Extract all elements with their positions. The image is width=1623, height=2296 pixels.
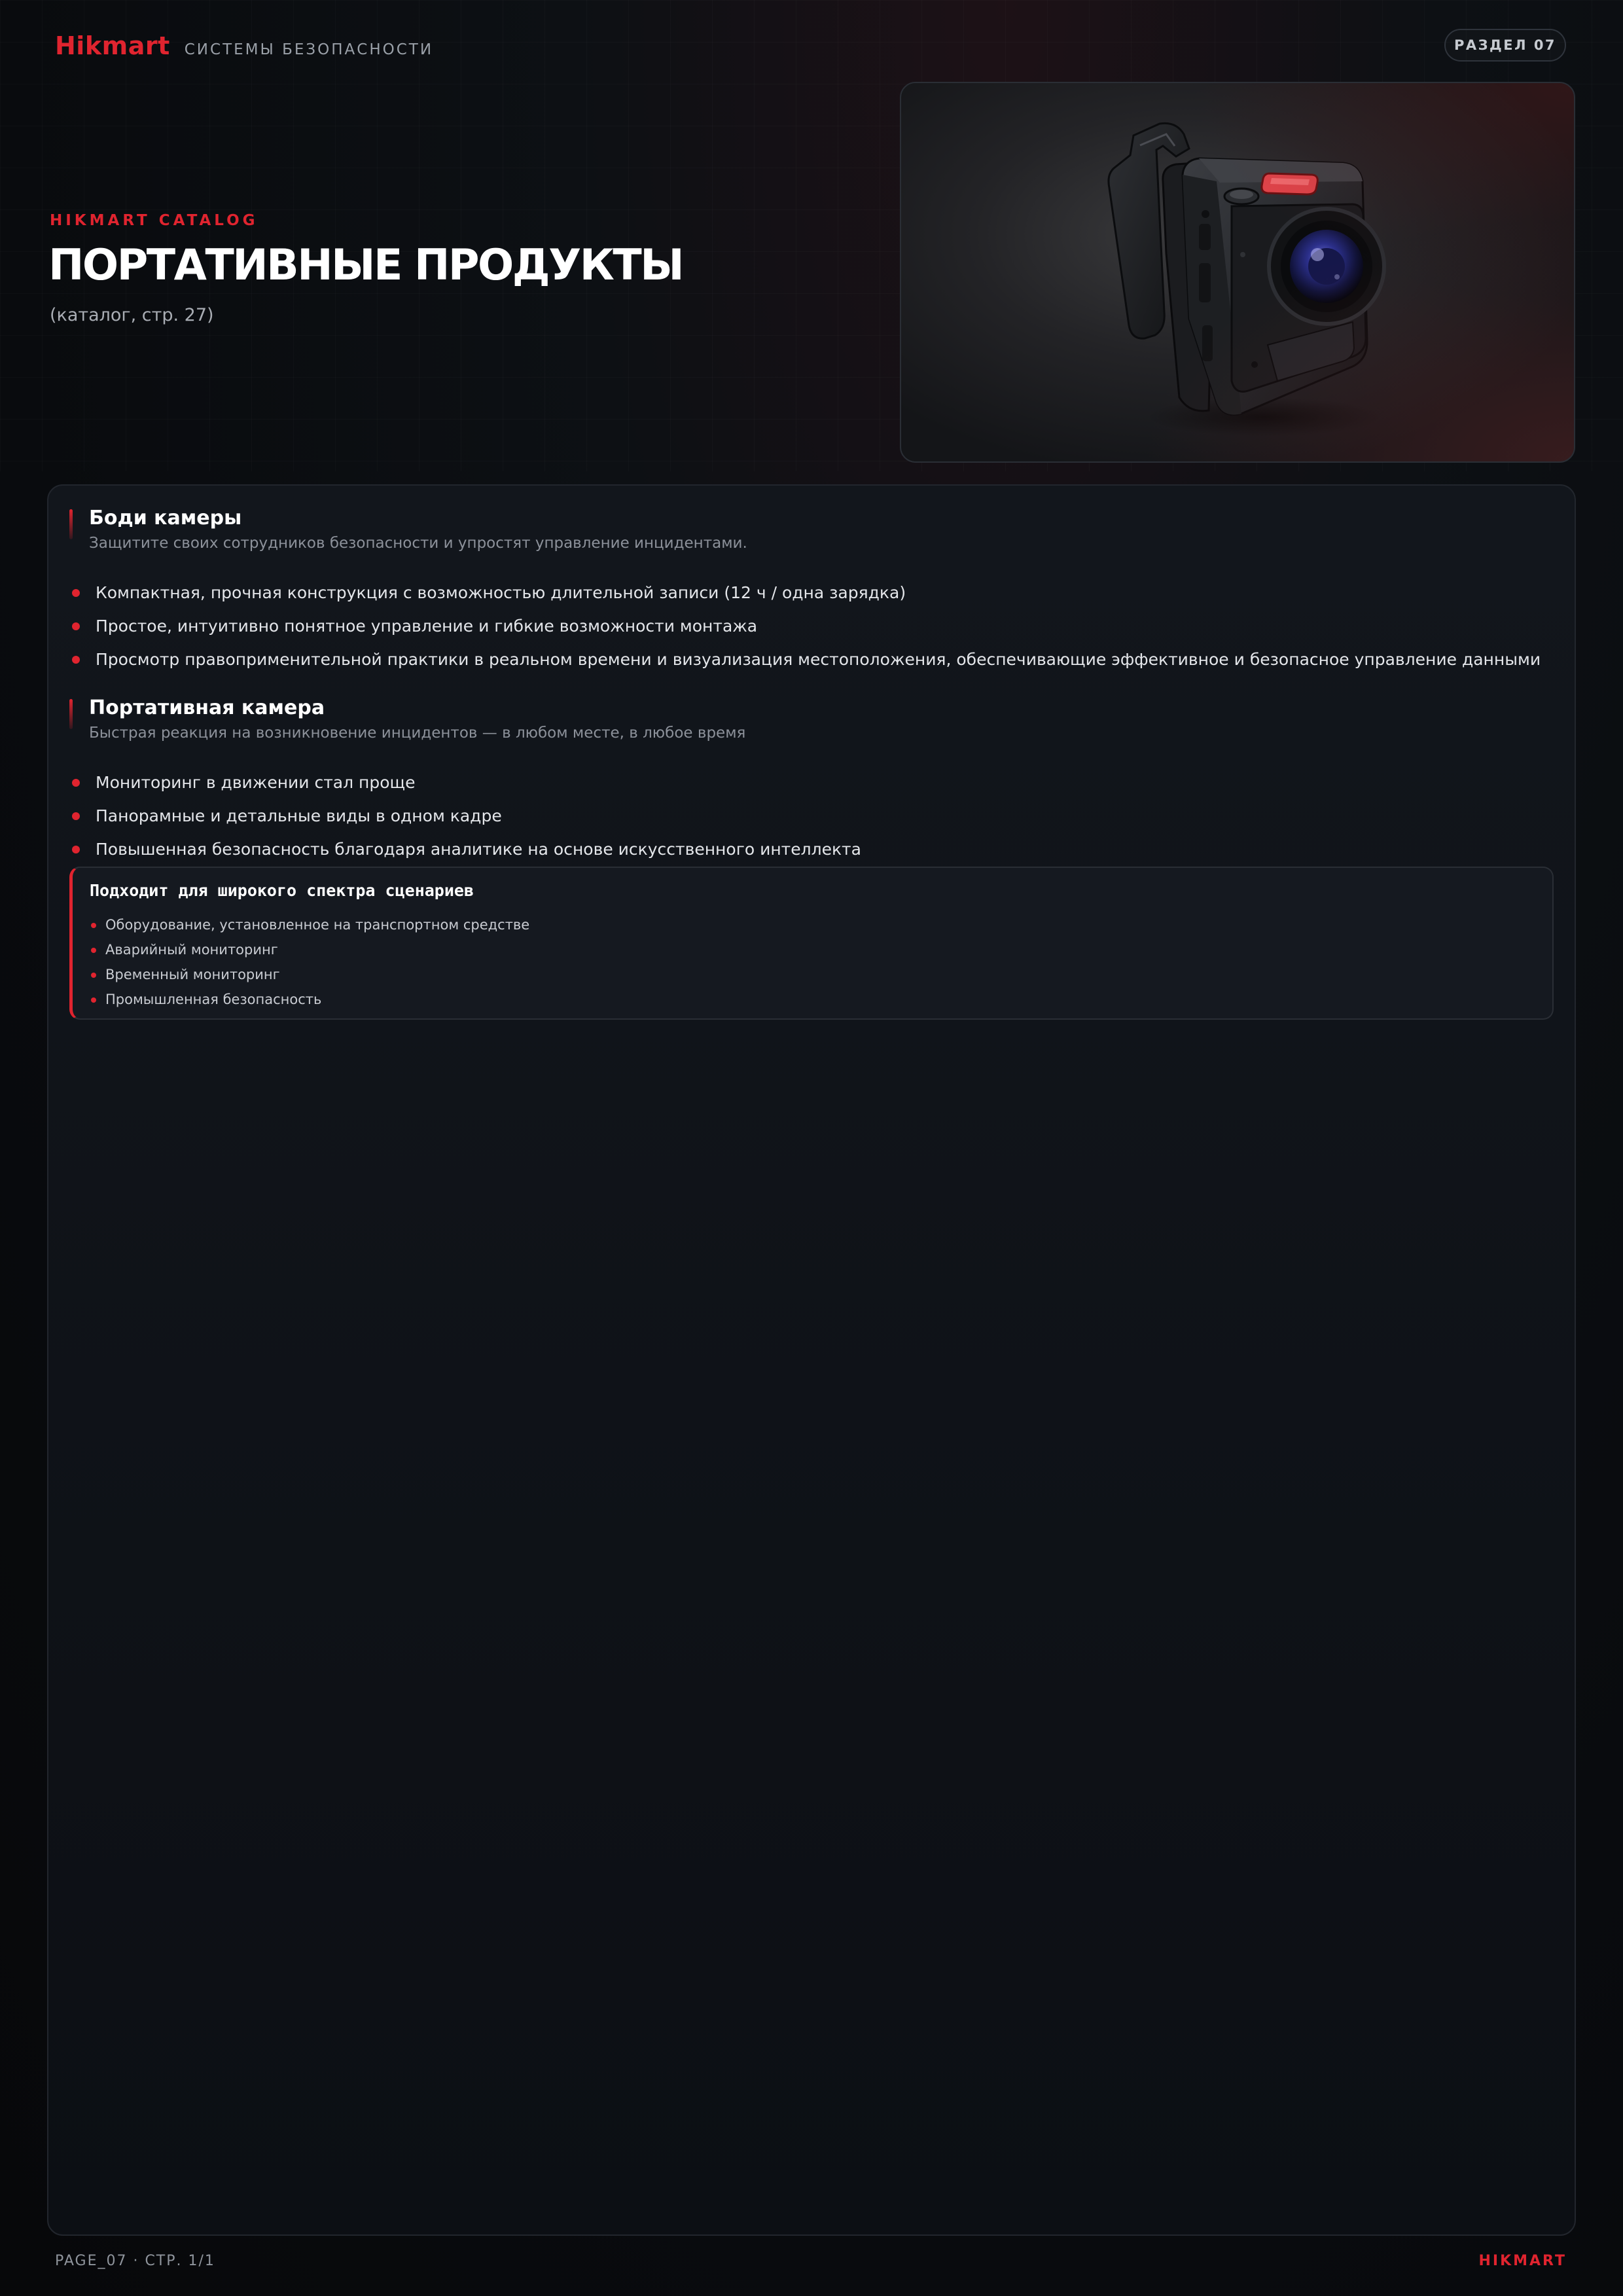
bullet-dot-icon [91, 997, 96, 1003]
scenario-text: Оборудование, установленное на транспорт… [105, 917, 530, 933]
list-item: Оборудование, установленное на транспорт… [90, 912, 529, 937]
product-image-card [900, 82, 1575, 463]
section-title: Портативная камера [89, 696, 325, 719]
section-portable-camera-header: Портативная камера Быстрая реакция на во… [69, 695, 745, 745]
list-item: Промышленная безопасность [90, 987, 529, 1012]
section-accent-bar [69, 699, 73, 729]
scenarios-title: Подходит для широкого спектра сценариев [90, 881, 474, 900]
list-item: Повышенная безопасность благодаря аналит… [69, 833, 861, 866]
bullet-dot-icon [72, 779, 80, 787]
list-item: Просмотр правоприменительной практики в … [69, 643, 1541, 676]
feature-text: Компактная, прочная конструкция с возмож… [96, 583, 906, 602]
page-number: PAGE_07 · СТР. 1/1 [55, 2253, 215, 2269]
list-item: Панорамные и детальные виды в одном кадр… [69, 799, 861, 833]
section-badge: РАЗДЕЛ 07 [1444, 29, 1566, 62]
list-item: Мониторинг в движении стал проще [69, 766, 861, 799]
scenario-text: Аварийный мониторинг [105, 942, 278, 958]
section-body-cameras-header: Боди камеры Защитите своих сотрудников б… [69, 505, 747, 555]
bullet-dot-icon [91, 973, 96, 978]
feature-text: Простое, интуитивно понятное управление … [96, 617, 758, 636]
footer-brand: HIKMART [1478, 2253, 1567, 2269]
bullet-dot-icon [72, 846, 80, 853]
section-title: Боди камеры [89, 507, 242, 529]
bullet-dot-icon [72, 656, 80, 664]
bullet-dot-icon [72, 812, 80, 820]
body-camera-image [1107, 122, 1386, 437]
scenarios-callout: Подходит для широкого спектра сценариев … [69, 867, 1554, 1020]
bullet-dot-icon [91, 923, 96, 928]
feature-text: Повышенная безопасность благодаря аналит… [96, 840, 861, 859]
brand-subtitle: СИСТЕМЫ БЕЗОПАСНОСТИ [184, 41, 434, 58]
scenarios-list: Оборудование, установленное на транспорт… [90, 912, 529, 1012]
catalog-eyebrow: HIKMART CATALOG [50, 212, 259, 229]
catalog-page-reference: (каталог, стр. 27) [50, 305, 214, 325]
scenario-text: Временный мониторинг [105, 967, 280, 982]
list-item: Компактная, прочная конструкция с возмож… [69, 576, 1541, 609]
section-accent-bar [69, 509, 73, 539]
section-subtitle: Защитите своих сотрудников безопасности … [89, 535, 747, 552]
scenario-text: Промышленная безопасность [105, 992, 322, 1007]
bullet-dot-icon [72, 622, 80, 630]
brand: Hikmart СИСТЕМЫ БЕЗОПАСНОСТИ [55, 31, 433, 60]
brand-logo: Hikmart [55, 31, 170, 60]
list-item: Аварийный мониторинг [90, 937, 529, 962]
content-panel: Боди камеры Защитите своих сотрудников б… [47, 484, 1576, 2236]
bullet-dot-icon [91, 948, 96, 953]
section-subtitle: Быстрая реакция на возникновение инциден… [89, 725, 746, 742]
list-item: Простое, интуитивно понятное управление … [69, 609, 1541, 643]
portable-camera-features: Мониторинг в движении стал проще Панорам… [69, 766, 861, 866]
feature-text: Панорамные и детальные виды в одном кадр… [96, 806, 502, 825]
list-item: Временный мониторинг [90, 962, 529, 987]
body-camera-features: Компактная, прочная конструкция с возмож… [69, 576, 1541, 676]
feature-text: Просмотр правоприменительной практики в … [96, 650, 1541, 669]
feature-text: Мониторинг в движении стал проще [96, 773, 416, 792]
page-title: ПОРТАТИВНЫЕ ПРОДУКТЫ [48, 241, 685, 290]
bullet-dot-icon [72, 589, 80, 597]
